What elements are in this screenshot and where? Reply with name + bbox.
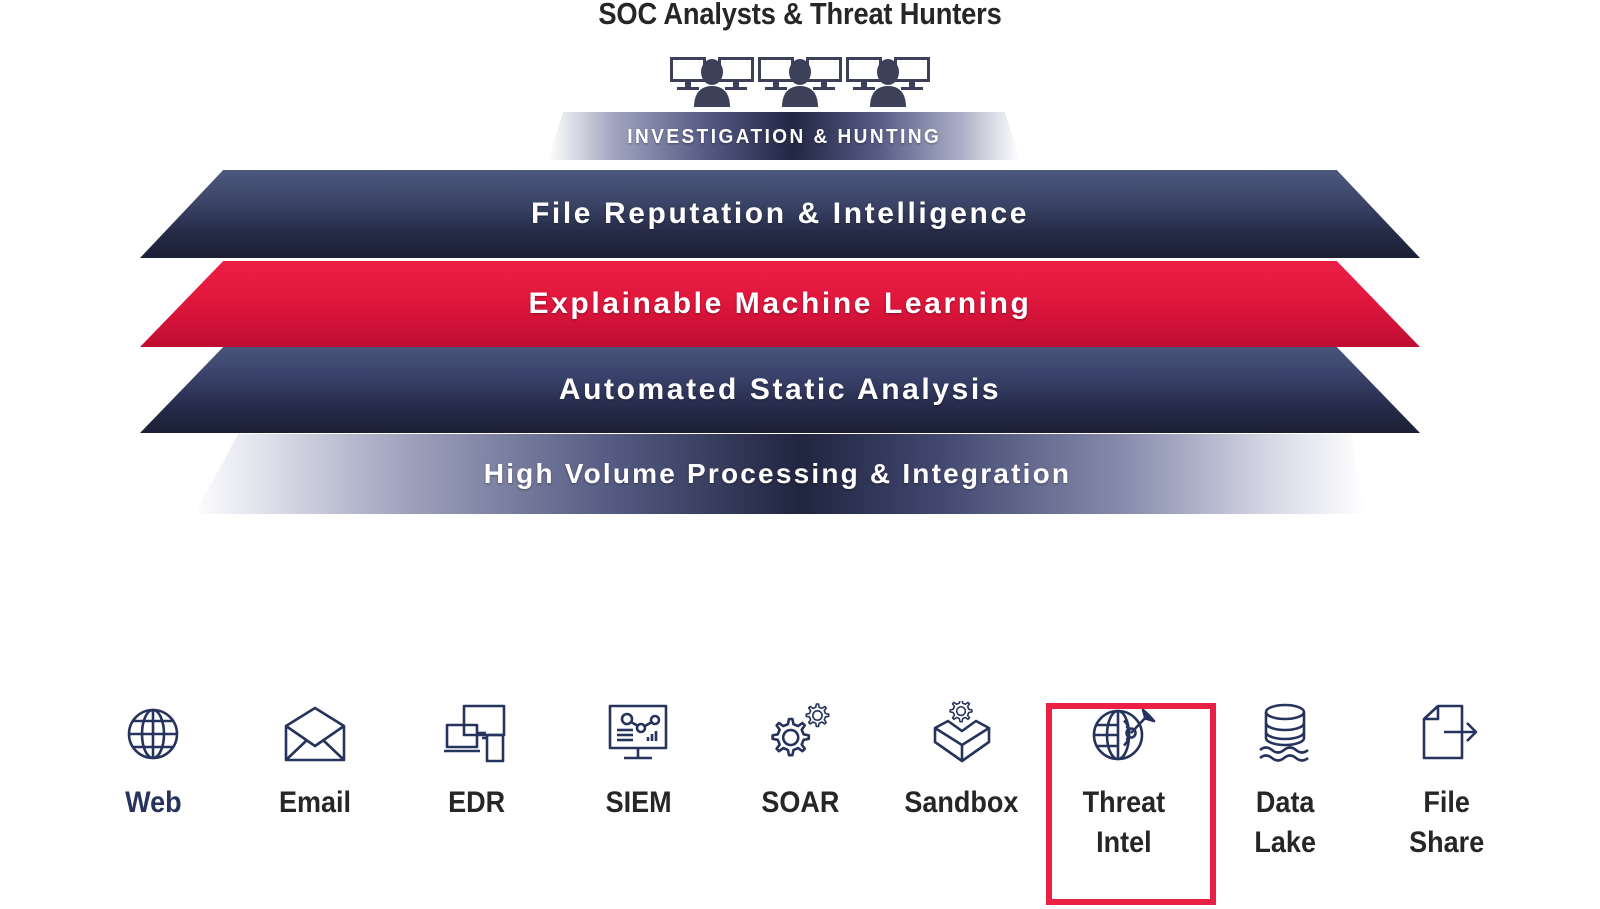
layer-label: File Reputation & Intelligence: [530, 197, 1030, 230]
source-label: SOAR: [760, 786, 840, 819]
source-label: Email: [278, 786, 351, 819]
analyst-workstation-icon: [756, 55, 844, 107]
globe-target-icon: [1088, 695, 1160, 773]
analyst-workstation-icon: [844, 55, 932, 107]
globe-icon: [123, 695, 183, 773]
endpoint-devices-icon: [443, 695, 510, 773]
source-item-email[interactable]: Email: [237, 695, 393, 823]
data-sources-row: Web Email EDR SIEM SOAR Sandbox Threat I…: [75, 695, 1525, 905]
monitor-analytics-icon: [605, 695, 671, 773]
source-label: Web: [124, 786, 182, 819]
source-label: SIEM: [605, 786, 672, 819]
source-label: Sandbox: [904, 786, 1019, 819]
layer-label: Automated Static Analysis: [558, 373, 1002, 406]
source-item-soar[interactable]: SOAR: [722, 695, 878, 823]
layer-band-file-reputation: File Reputation & Intelligence: [140, 170, 1420, 258]
source-item-edr[interactable]: EDR: [399, 695, 555, 823]
source-item-file-share[interactable]: File Share: [1369, 695, 1525, 863]
source-item-threat-intel[interactable]: Threat Intel: [1045, 695, 1216, 905]
layer-band-explainable-ml: Explainable Machine Learning: [140, 261, 1420, 347]
page-title: SOC Analysts & Threat Hunters: [598, 0, 1002, 31]
gears-icon: [766, 695, 834, 773]
layer-label: High Volume Processing & Integration: [483, 458, 1072, 489]
source-item-data-lake[interactable]: Data Lake: [1207, 695, 1363, 863]
layer-label: Explainable Machine Learning: [528, 287, 1032, 320]
source-label: Data Lake: [1254, 786, 1317, 859]
envelope-open-icon: [282, 695, 348, 773]
source-label: File Share: [1409, 786, 1485, 859]
layer-band-high-volume-processing: High Volume Processing & Integration: [190, 434, 1365, 514]
analyst-workstation-icon: [668, 55, 756, 107]
database-waves-icon: [1254, 695, 1316, 773]
source-item-web[interactable]: Web: [75, 695, 231, 823]
layer-band-automated-static-analysis: Automated Static Analysis: [140, 347, 1420, 433]
source-label: Threat Intel: [1082, 786, 1165, 859]
source-item-sandbox[interactable]: Sandbox: [884, 695, 1040, 823]
analyst-workstations-group: [0, 55, 1600, 107]
layer-label: INVESTIGATION & HUNTING: [626, 126, 942, 148]
file-export-icon: [1414, 695, 1480, 773]
diagram-canvas: SOC Analysts & Threat Hunters INVESTIGAT…: [0, 0, 1600, 909]
source-label: EDR: [447, 786, 506, 819]
layer-band-investigation-hunting: INVESTIGATION & HUNTING: [548, 112, 1020, 160]
open-box-gear-icon: [928, 695, 996, 773]
source-item-siem[interactable]: SIEM: [560, 695, 716, 823]
